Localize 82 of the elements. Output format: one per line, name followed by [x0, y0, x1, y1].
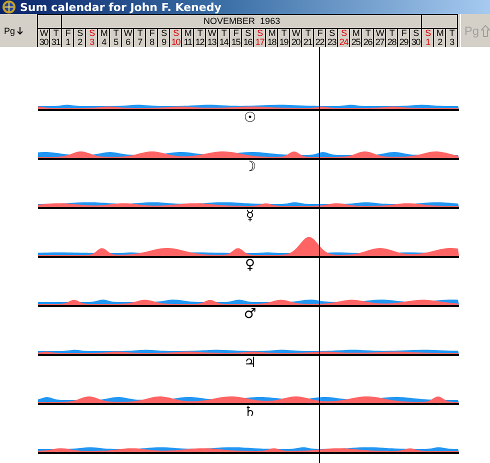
date-label: 7	[138, 38, 142, 47]
date-label: 18	[267, 38, 276, 47]
date-label: 5	[114, 38, 118, 47]
date-label: 1	[426, 38, 430, 47]
weekday-label: W	[292, 29, 300, 38]
weekday-label: W	[376, 29, 384, 38]
date-label: 31	[51, 38, 60, 47]
planet-symbol: ☿	[246, 209, 254, 222]
weekday-label: T	[449, 29, 454, 38]
date-label: 10	[171, 38, 180, 47]
date-label: 26	[363, 38, 372, 47]
date-label: 2	[78, 38, 82, 47]
weekday-label: M	[268, 29, 276, 38]
weekday-label: S	[173, 29, 179, 38]
date-label: 4	[102, 38, 106, 47]
weekday-label: S	[257, 29, 263, 38]
weekday-label: T	[137, 29, 142, 38]
date-label: 17	[255, 38, 264, 47]
date-label: 9	[162, 38, 166, 47]
date-label: 14	[219, 38, 228, 47]
arrow-down-icon	[17, 26, 24, 34]
app-logo-icon	[2, 0, 16, 14]
planet-symbol: ☽	[244, 160, 256, 173]
weekday-label: F	[65, 29, 70, 38]
weekday-label: S	[161, 29, 167, 38]
date-label: 8	[150, 38, 154, 47]
weekday-label: S	[89, 29, 95, 38]
date-label: 3	[90, 38, 94, 47]
date-label: 23	[327, 38, 336, 47]
date-label: 19	[279, 38, 288, 47]
date-label: 6	[126, 38, 130, 47]
weekday-label: M	[184, 29, 192, 38]
planet-symbol: ♀	[244, 258, 256, 271]
date-label: 24	[339, 38, 348, 47]
planet-symbol: ♂	[244, 307, 256, 320]
weekday-label: F	[317, 29, 322, 38]
weekday-label: F	[233, 29, 238, 38]
date-label: 21	[303, 38, 312, 47]
arrow-up-icon	[481, 24, 490, 36]
weekday-label: W	[40, 29, 48, 38]
date-label: 20	[291, 38, 300, 47]
weekday-label: S	[425, 29, 431, 38]
planet-symbol: ☉	[244, 111, 256, 124]
date-label: 11	[184, 38, 192, 47]
weekday-label: S	[245, 29, 251, 38]
date-label: 29	[399, 38, 408, 47]
date-label: 30	[411, 38, 420, 47]
weekday-label: T	[53, 29, 58, 38]
weekday-label: T	[221, 29, 226, 38]
date-label: 16	[243, 38, 252, 47]
date-label: 2	[438, 38, 442, 47]
date-label: 15	[231, 38, 240, 47]
weekday-label: T	[389, 29, 394, 38]
date-label: 1	[66, 38, 70, 47]
weekday-label: T	[113, 29, 118, 38]
date-label: 28	[387, 38, 396, 47]
planet-symbol: ♄	[244, 405, 256, 418]
weekday-label: M	[352, 29, 360, 38]
date-label: 30	[39, 38, 48, 47]
weekday-label: S	[413, 29, 419, 38]
date-label: 13	[207, 38, 216, 47]
month-label: NOVEMBER 1963	[202, 15, 282, 28]
date-label: 3	[450, 38, 454, 47]
weekday-label: T	[365, 29, 370, 38]
weekday-label: S	[77, 29, 83, 38]
weekday-label: M	[100, 29, 108, 38]
weekday-label: M	[436, 29, 444, 38]
weekday-label: T	[197, 29, 202, 38]
weekday-label: W	[208, 29, 216, 38]
date-label: 25	[351, 38, 360, 47]
planet-symbol: ♃	[244, 356, 256, 369]
weekday-label: F	[401, 29, 406, 38]
weekday-label: F	[149, 29, 154, 38]
weekday-label: S	[329, 29, 335, 38]
weekday-label: S	[341, 29, 347, 38]
date-label: 22	[315, 38, 324, 47]
date-label: 12	[195, 38, 204, 47]
window-title: Sum calendar for John F. Kenedy	[20, 0, 222, 14]
weekday-label: T	[305, 29, 310, 38]
date-label: 27	[375, 38, 384, 47]
weekday-label: T	[281, 29, 286, 38]
weekday-label: W	[124, 29, 132, 38]
